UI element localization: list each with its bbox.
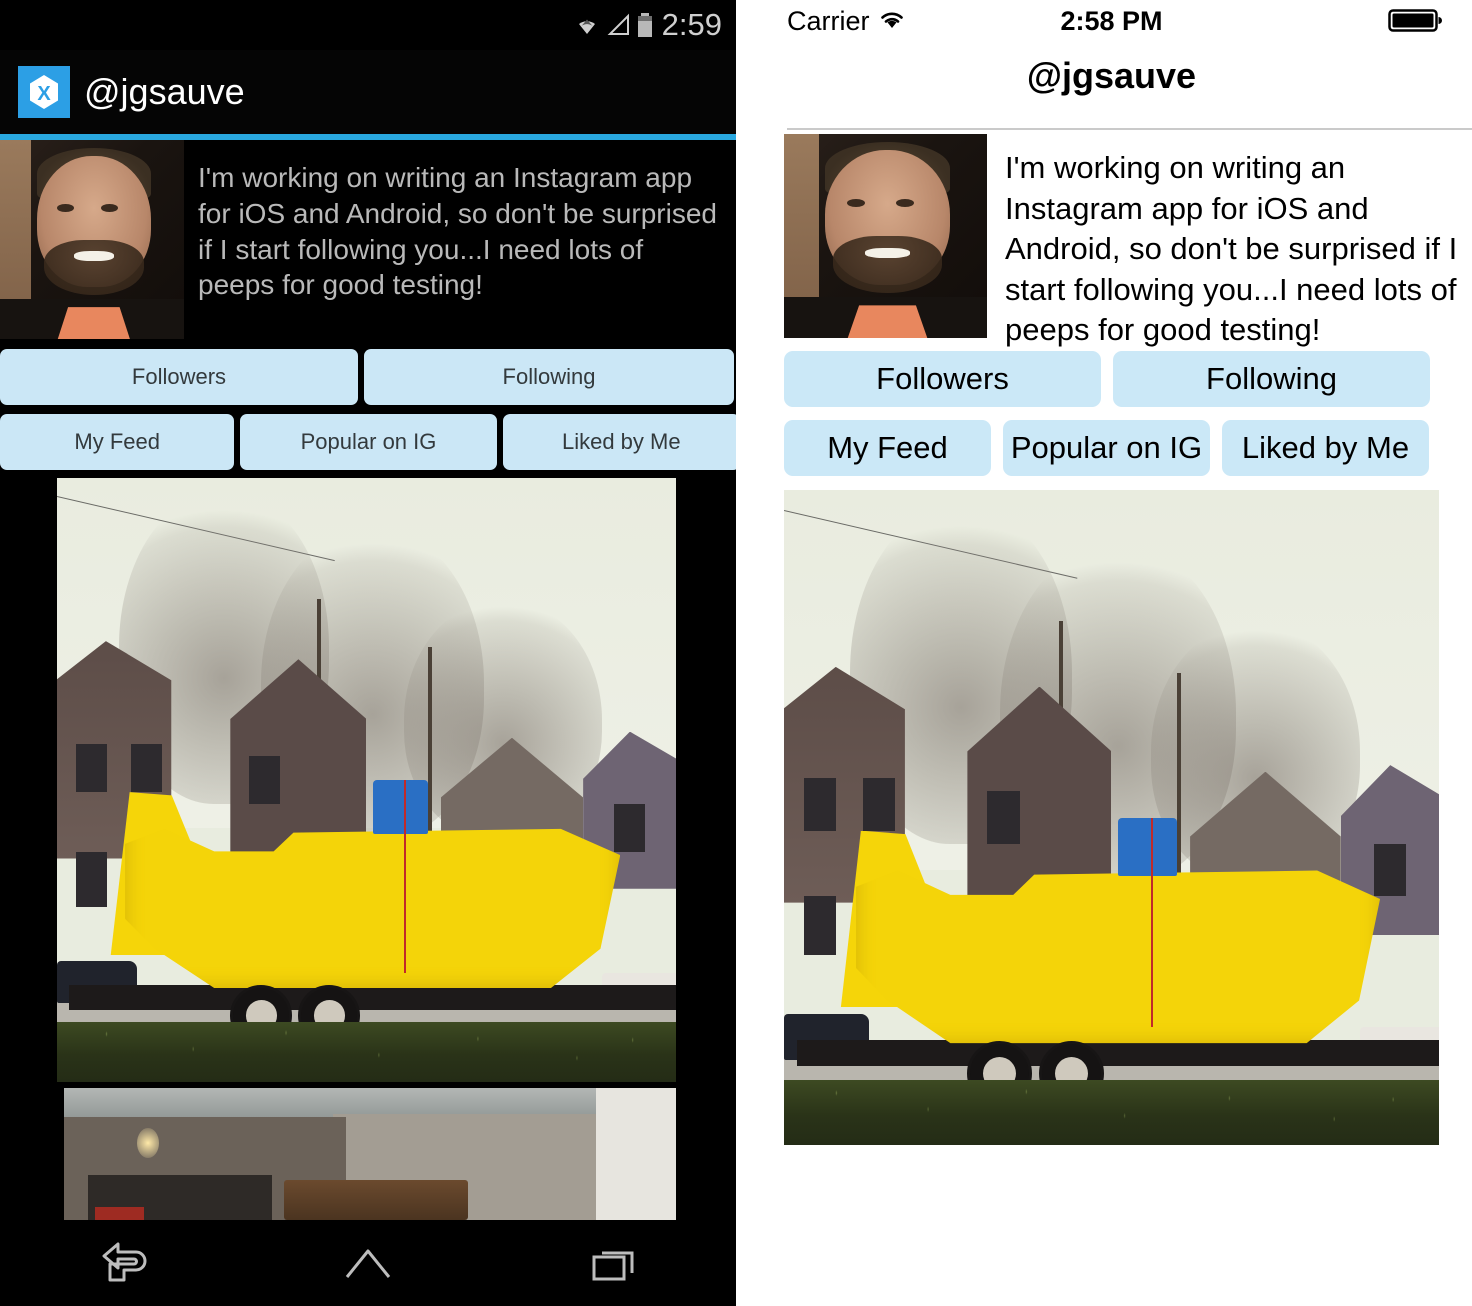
following-button[interactable]: Following [1113, 351, 1430, 407]
android-profile-header: I'm working on writing an Instagram app … [0, 140, 736, 339]
my-feed-button[interactable]: My Feed [784, 420, 991, 476]
back-icon[interactable] [92, 1239, 154, 1287]
battery-icon [1388, 8, 1444, 34]
profile-bio: I'm working on writing an Instagram app … [198, 162, 717, 301]
cell-signal-icon [606, 13, 632, 37]
liked-by-me-button[interactable]: Liked by Me [502, 414, 736, 470]
ios-button-row-2: My Feed Popular on IG Liked by Me [784, 420, 1429, 476]
avatar [784, 134, 987, 338]
android-navigation-bar [0, 1220, 736, 1306]
ios-clock: 2:58 PM [1060, 5, 1163, 36]
ios-profile-header: I'm working on writing an Instagram app … [784, 134, 1472, 351]
wifi-icon [572, 13, 602, 37]
side-by-side-comparison: 2:59 X @jgsauve I'm working on writing a… [0, 0, 1472, 1306]
following-button[interactable]: Following [364, 349, 734, 405]
ios-device-screen: Carrier 2:58 PM @jgsauve I'm working on … [751, 0, 1472, 1306]
popular-on-ig-button[interactable]: Popular on IG [240, 414, 497, 470]
android-device-screen: 2:59 X @jgsauve I'm working on writing a… [0, 0, 736, 1306]
xamarin-logo-icon: X [18, 66, 70, 118]
feed-photo-garage[interactable] [64, 1088, 676, 1220]
android-status-icon-group [572, 12, 654, 38]
followers-button[interactable]: Followers [784, 351, 1101, 407]
avatar [0, 140, 184, 339]
ios-nav-title: @jgsauve [1026, 55, 1197, 96]
android-action-bar: X @jgsauve [0, 50, 736, 134]
followers-button[interactable]: Followers [0, 349, 358, 405]
feed-photo-yellow-boat[interactable] [784, 490, 1439, 1145]
svg-text:X: X [37, 83, 51, 105]
android-title: @jgsauve [84, 71, 245, 112]
profile-bio: I'm working on writing an Instagram app … [1005, 150, 1458, 348]
android-clock: 2:59 [661, 7, 722, 42]
android-status-bar: 2:59 [0, 0, 736, 50]
ios-status-bar: Carrier 2:58 PM [751, 0, 1472, 42]
home-icon[interactable] [337, 1239, 399, 1287]
android-button-row-1: Followers Following [0, 349, 736, 405]
liked-by-me-button[interactable]: Liked by Me [1222, 420, 1429, 476]
ios-nav-separator [787, 128, 1472, 130]
feed-photo-yellow-boat[interactable] [57, 478, 676, 1082]
ios-button-row-1: Followers Following [784, 351, 1430, 407]
android-button-row-2: My Feed Popular on IG Liked by Me [0, 414, 736, 470]
recents-icon[interactable] [582, 1239, 644, 1287]
popular-on-ig-button[interactable]: Popular on IG [1003, 420, 1210, 476]
battery-icon [636, 12, 654, 38]
my-feed-button[interactable]: My Feed [0, 414, 235, 470]
